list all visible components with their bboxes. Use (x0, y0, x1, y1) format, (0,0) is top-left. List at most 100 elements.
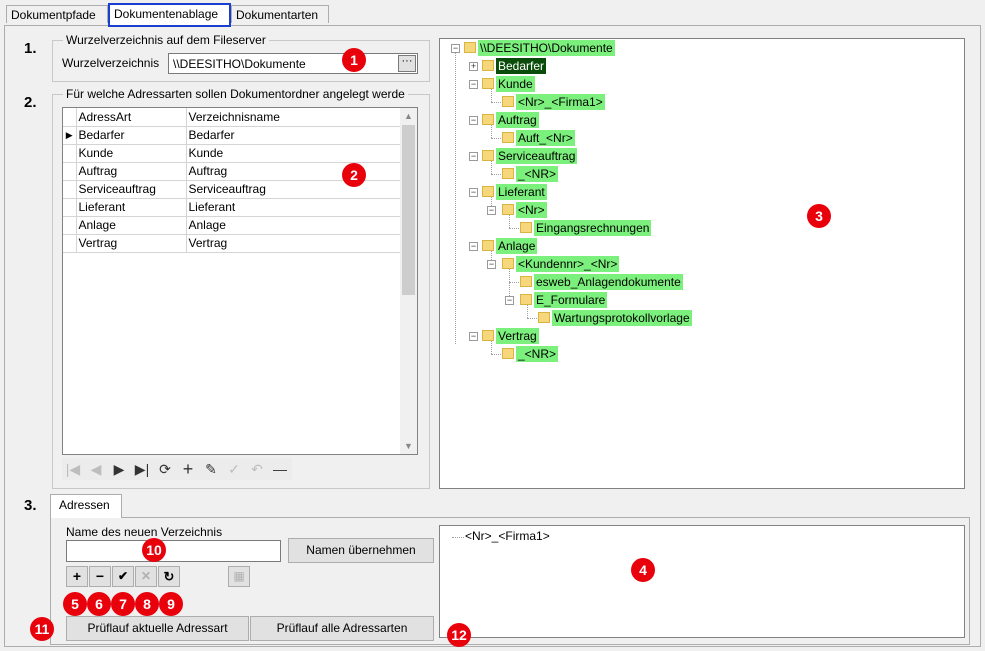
tree-collapse-icon[interactable]: − (487, 206, 496, 215)
tree-node-label: E_Formulare (534, 292, 608, 308)
row-indicator (63, 234, 77, 253)
apply-name-button[interactable]: Namen übernehmen (288, 538, 434, 563)
post-record-icon[interactable]: ✓ (223, 458, 245, 480)
tree-collapse-icon[interactable]: − (469, 80, 478, 89)
new-directory-input[interactable] (66, 540, 281, 562)
add-record-icon[interactable]: + (177, 458, 199, 480)
tree-connector (455, 53, 456, 344)
add-icon[interactable]: + (66, 566, 88, 587)
grid-header-verzeichnisname[interactable]: Verzeichnisname (186, 108, 402, 127)
preview-item[interactable]: <Nr>_<Firma1> (465, 529, 550, 543)
table-cell[interactable]: Anlage (186, 216, 402, 235)
redo-icon[interactable]: ↻ (158, 566, 180, 587)
tree-node-label: Auftrag (496, 112, 539, 128)
table-cell[interactable]: Vertrag (186, 234, 402, 253)
tree-collapse-icon[interactable]: − (469, 242, 478, 251)
clipboard-icon[interactable]: ▦ (228, 566, 250, 587)
tree-node-label: Kunde (496, 76, 535, 92)
address-types-group-label: Für welche Adressarten sollen Dokumentor… (63, 87, 408, 101)
table-cell[interactable]: Vertrag (76, 234, 187, 253)
directory-preview[interactable]: <Nr>_<Firma1> (439, 525, 965, 638)
grid-scrollbar-thumb[interactable] (402, 125, 415, 295)
tree-collapse-icon[interactable]: − (451, 44, 460, 53)
folder-icon (502, 348, 514, 359)
folder-icon (502, 132, 514, 143)
table-cell[interactable]: Kunde (186, 144, 402, 163)
browse-button[interactable]: ··· (398, 55, 416, 72)
table-cell[interactable]: Lieferant (186, 198, 402, 217)
marker-11: 11 (30, 617, 54, 641)
cancel-icon[interactable]: ✕ (135, 566, 157, 587)
tree-node-label: _<NR> (516, 166, 559, 182)
table-cell[interactable]: Kunde (76, 144, 187, 163)
cancel-edit-icon[interactable]: ↶ (246, 458, 268, 480)
tree-connector (509, 282, 519, 283)
table-cell[interactable]: Lieferant (76, 198, 187, 217)
tree-collapse-icon[interactable]: − (469, 332, 478, 341)
tab-dokumentpfade[interactable]: Dokumentpfade (6, 5, 108, 23)
folder-icon (482, 330, 494, 341)
table-cell[interactable]: Auftrag (186, 162, 402, 181)
tree-node-label: <Nr>_<Firma1> (516, 94, 605, 110)
scroll-up-icon[interactable]: ▲ (404, 111, 413, 121)
tree-node-label: \\DEESITHO\Dokumente (478, 40, 615, 56)
scroll-down-icon[interactable]: ▼ (404, 441, 413, 451)
marker-12: 12 (447, 623, 471, 647)
table-cell[interactable]: Serviceauftrag (186, 180, 402, 199)
last-record-icon[interactable]: ▶| (131, 458, 153, 480)
tree-expand-icon[interactable]: + (469, 62, 478, 71)
row-indicator (63, 198, 77, 217)
prior-record-icon[interactable]: ◀ (85, 458, 107, 480)
folder-icon (482, 78, 494, 89)
table-cell[interactable]: Bedarfer (76, 126, 187, 145)
check-current-address-type-button[interactable]: Prüflauf aktuelle Adressart (66, 616, 249, 641)
address-types-grid[interactable]: AdressArt Verzeichnisname ▶ Bedarfer Bed… (62, 107, 418, 455)
folder-icon (464, 42, 476, 53)
refresh-icon[interactable]: ⟳ (154, 458, 176, 480)
remove-icon[interactable]: − (89, 566, 111, 587)
tab-dokumentenablage[interactable]: Dokumentenablage (108, 3, 231, 27)
grid-header-adressart[interactable]: AdressArt (76, 108, 187, 127)
table-row[interactable]: ▶ Bedarfer Bedarfer (63, 126, 402, 145)
table-row[interactable]: Lieferant Lieferant (63, 198, 402, 217)
tab-dokumentarten[interactable]: Dokumentarten (231, 5, 329, 23)
table-cell[interactable]: Bedarfer (186, 126, 402, 145)
folder-icon (482, 150, 494, 161)
next-record-icon[interactable]: ▶ (108, 458, 130, 480)
grid-header-row: AdressArt Verzeichnisname (63, 108, 402, 127)
tree-collapse-icon[interactable]: − (505, 296, 514, 305)
confirm-icon[interactable]: ✔ (112, 566, 134, 587)
folder-icon (482, 60, 494, 71)
tree-collapse-icon[interactable]: − (487, 260, 496, 269)
table-row[interactable]: Anlage Anlage (63, 216, 402, 235)
grid-header-indicator (63, 108, 77, 127)
tree-node-label: <Nr> (516, 202, 547, 218)
tree-collapse-icon[interactable]: − (469, 152, 478, 161)
table-cell[interactable]: Anlage (76, 216, 187, 235)
current-row-indicator: ▶ (63, 126, 77, 145)
marker-3: 3 (807, 204, 831, 228)
step-1-label: 1. (24, 40, 37, 57)
step-2-label: 2. (24, 94, 37, 111)
subtab-adressen[interactable]: Adressen (50, 494, 122, 518)
marker-8: 8 (135, 592, 159, 616)
check-all-address-types-button[interactable]: Prüflauf alle Adressarten (250, 616, 434, 641)
row-indicator (63, 144, 77, 163)
directory-tree[interactable]: − \\DEESITHO\Dokumente + Bedarfer − Kund… (439, 38, 965, 489)
table-row[interactable]: Kunde Kunde (63, 144, 402, 163)
first-record-icon[interactable]: |◀ (62, 458, 84, 480)
tree-collapse-icon[interactable]: − (469, 116, 478, 125)
tree-connector (491, 125, 492, 138)
grid-vertical-scrollbar[interactable]: ▲ ▼ (400, 108, 417, 454)
table-cell[interactable]: Auftrag (76, 162, 187, 181)
tree-connector (491, 341, 492, 354)
root-directory-input[interactable]: \\DEESITHO\Dokumente ··· (168, 53, 418, 74)
delete-record-icon[interactable]: — (269, 458, 291, 480)
table-row[interactable]: Vertrag Vertrag (63, 234, 402, 253)
edit-record-icon[interactable]: ✎ (200, 458, 222, 480)
tree-node-label: _<NR> (516, 346, 559, 362)
tree-connector (509, 228, 519, 229)
folder-icon (502, 258, 514, 269)
tree-collapse-icon[interactable]: − (469, 188, 478, 197)
table-cell[interactable]: Serviceauftrag (76, 180, 187, 199)
